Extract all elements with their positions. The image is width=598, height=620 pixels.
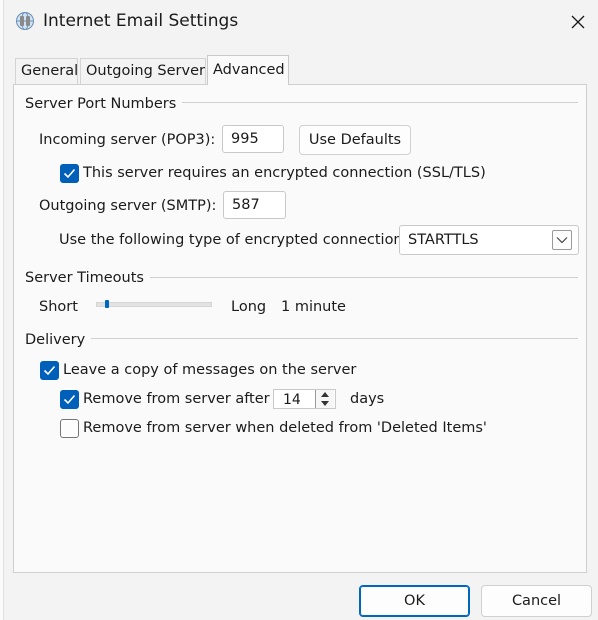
incoming-server-label: Incoming server (POP3):	[39, 132, 216, 148]
ssl-checkbox-label: This server requires an encrypted connec…	[83, 165, 486, 181]
outgoing-server-label: Outgoing server (SMTP):	[39, 198, 217, 214]
checkmark-icon	[63, 168, 76, 179]
encryption-type-label: Use the following type of encrypted conn…	[59, 232, 408, 248]
stepper-down-icon[interactable]	[316, 399, 334, 408]
group-title-server-ports: Server Port Numbers	[25, 96, 183, 112]
title-bar: Internet Email Settings	[0, 0, 598, 44]
days-label: days	[350, 391, 385, 407]
close-icon[interactable]	[562, 6, 594, 38]
tab-general-label: General	[21, 63, 79, 79]
ok-button[interactable]: OK	[359, 585, 470, 617]
tab-advanced-label: Advanced	[213, 62, 285, 78]
tab-panel	[13, 84, 587, 573]
cancel-button[interactable]: Cancel	[481, 585, 592, 617]
tab-outgoing-server-label: Outgoing Server	[86, 63, 205, 79]
timeout-slider-thumb[interactable]	[105, 300, 110, 308]
window-title: Internet Email Settings	[43, 11, 239, 31]
timeout-slider[interactable]	[96, 302, 212, 307]
outgoing-port-field[interactable]: 587	[223, 191, 286, 219]
email-globe-icon	[15, 11, 35, 31]
ssl-checkbox[interactable]	[60, 164, 79, 183]
tab-general[interactable]: General	[15, 58, 78, 84]
remove-after-label: Remove from server after	[83, 391, 270, 407]
leave-copy-label: Leave a copy of messages on the server	[63, 362, 357, 378]
use-defaults-button[interactable]: Use Defaults	[299, 125, 411, 155]
checkmark-icon	[63, 394, 76, 405]
tab-advanced[interactable]: Advanced	[207, 55, 289, 85]
checkmark-icon	[43, 365, 56, 376]
remove-after-checkbox[interactable]	[60, 390, 79, 409]
remove-deleted-label: Remove from server when deleted from 'De…	[83, 420, 487, 436]
incoming-port-field[interactable]: 995	[222, 125, 284, 153]
remove-deleted-checkbox[interactable]	[60, 419, 79, 438]
timeout-long-label: Long	[231, 299, 267, 315]
group-divider-delivery	[30, 338, 578, 339]
leave-copy-checkbox[interactable]	[40, 361, 59, 380]
chevron-down-icon[interactable]	[552, 230, 572, 250]
encryption-type-value: STARTTLS	[408, 232, 479, 248]
timeout-value: 1 minute	[281, 299, 346, 315]
encryption-type-select[interactable]: STARTTLS	[399, 225, 579, 255]
window-left-edge	[0, 0, 4, 620]
remove-after-days-stepper[interactable]: 14	[273, 389, 336, 409]
stepper-arrows	[315, 390, 335, 408]
group-title-delivery: Delivery	[25, 332, 92, 348]
group-title-server-timeouts: Server Timeouts	[25, 270, 150, 286]
tab-outgoing-server[interactable]: Outgoing Server	[80, 58, 206, 84]
timeout-short-label: Short	[39, 299, 78, 315]
remove-after-days-value[interactable]: 14	[283, 390, 301, 410]
